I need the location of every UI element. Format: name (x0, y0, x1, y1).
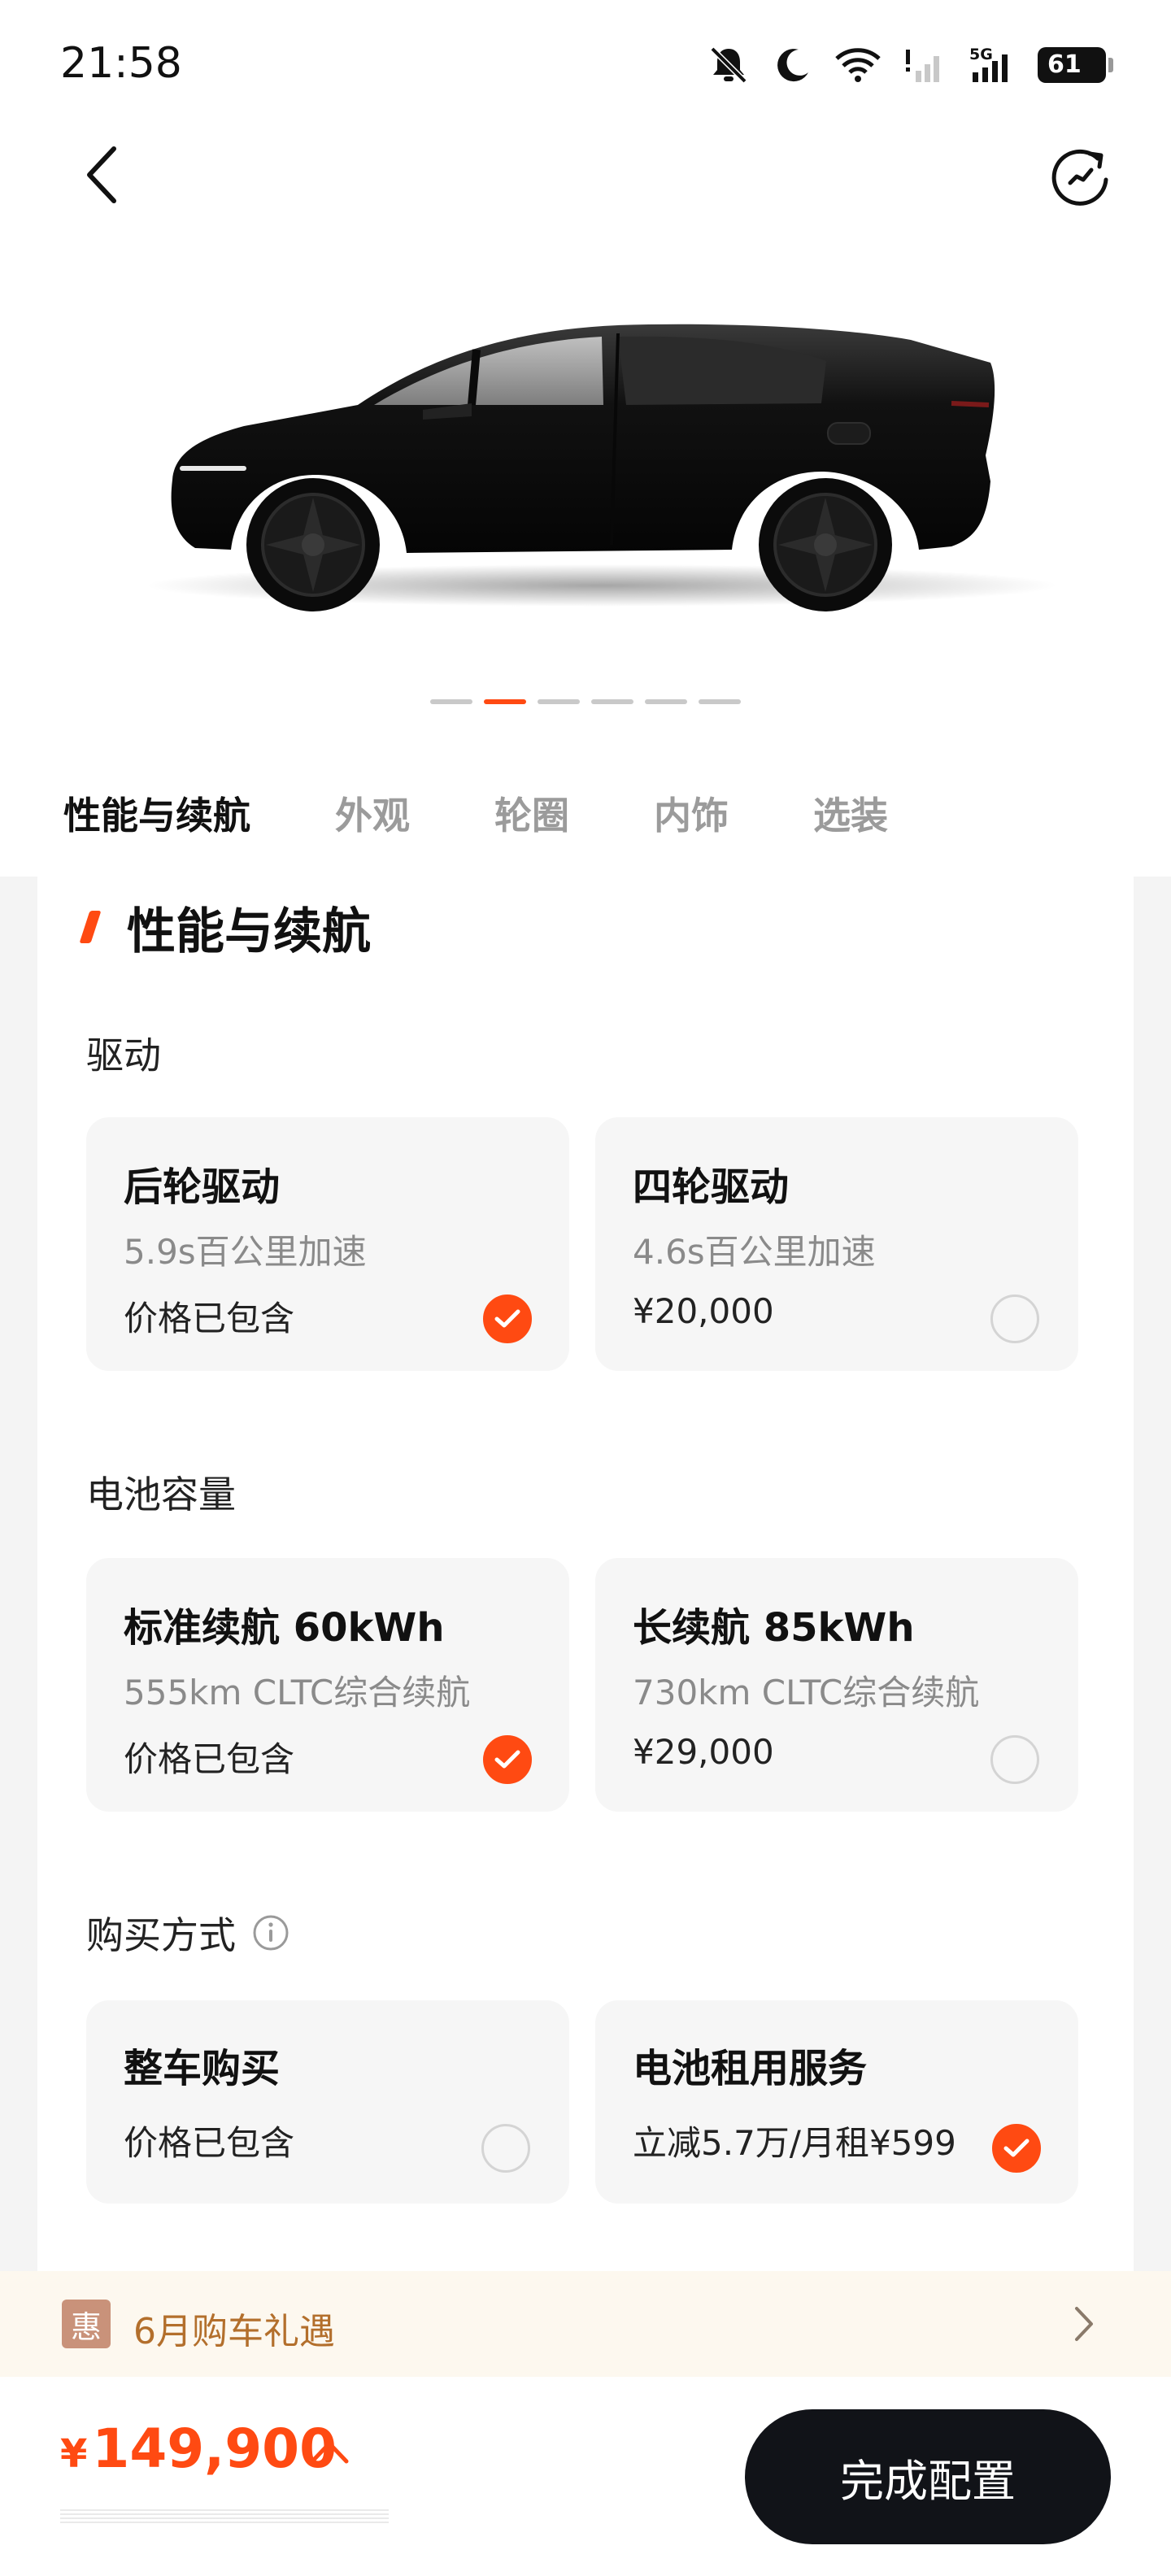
option-title: 四轮驱动 (633, 1164, 790, 1210)
option-price: ¥20,000 (633, 1291, 774, 1331)
carousel-dot[interactable] (699, 699, 741, 704)
tab-exterior[interactable]: 外观 (335, 786, 410, 840)
info-icon[interactable] (252, 1914, 289, 1952)
status-icons: 5G 61 (706, 42, 1113, 88)
option-title: 长续航 85kWh (633, 1605, 915, 1651)
option-rwd[interactable]: 后轮驱动 5.9s百公里加速 价格已包含 (86, 1117, 569, 1371)
option-battery-rental[interactable]: 电池租用服务 立减5.7万/月租¥599 (595, 2000, 1078, 2204)
wifi-icon (835, 48, 881, 82)
tab-interior[interactable]: 内饰 (654, 786, 729, 840)
option-price: 价格已包含 (124, 1299, 295, 1338)
purchase-method-label: 购买方式 (86, 1906, 289, 1960)
bottom-bar: ¥ 149,900 完成配置 (0, 2377, 1171, 2576)
radio-unselected[interactable] (990, 1735, 1039, 1784)
svg-text:5G: 5G (969, 46, 993, 63)
radio-selected[interactable] (992, 2124, 1041, 2173)
price-note-faded (60, 2507, 389, 2523)
option-price: 立减5.7万/月租¥599 (633, 2123, 956, 2163)
option-subtitle: 5.9s百公里加速 (124, 1232, 367, 1272)
checkmark-icon (494, 1750, 520, 1769)
option-title: 标准续航 60kWh (124, 1605, 445, 1651)
signal-5g-icon: 5G (969, 46, 1008, 82)
option-full-purchase[interactable]: 整车购买 价格已包含 (86, 2000, 569, 2204)
refresh-icon (1051, 149, 1108, 206)
option-subtitle: 555km CLTC综合续航 (124, 1673, 471, 1712)
front-wheel (246, 478, 380, 611)
finish-config-button[interactable]: 完成配置 (745, 2409, 1111, 2544)
radio-unselected[interactable] (990, 1295, 1039, 1343)
chevron-up-icon[interactable] (307, 2435, 351, 2468)
status-bar: 21:58 5G 61 (0, 0, 1171, 130)
battery-capacity-label: 电池容量 (86, 1465, 236, 1519)
section-title-text: 性能与续航 (127, 903, 371, 960)
tab-wheels[interactable]: 轮圈 (494, 786, 569, 840)
option-title: 电池租用服务 (633, 2046, 868, 2091)
battery-icon: 61 (1038, 47, 1113, 83)
back-button[interactable] (72, 138, 130, 211)
carousel-dot[interactable] (591, 699, 633, 704)
status-time: 21:58 (60, 39, 182, 88)
tab-options[interactable]: 选装 (813, 786, 888, 840)
purchase-method-label-text: 购买方式 (86, 1913, 236, 1957)
tab-performance[interactable]: 性能与续航 (63, 786, 250, 840)
option-subtitle: 730km CLTC综合续航 (633, 1673, 980, 1712)
promo-banner[interactable]: 惠 6月购车礼遇 (0, 2271, 1171, 2377)
radio-selected[interactable] (483, 1735, 532, 1784)
currency-symbol: ¥ (60, 2431, 88, 2477)
promo-text: 6月购车礼遇 (133, 2311, 335, 2352)
config-tabs: 性能与续航 外观 轮圈 内饰 选装 (0, 772, 1171, 854)
option-long-range[interactable]: 长续航 85kWh 730km CLTC综合续航 ¥29,000 (595, 1558, 1078, 1812)
moon-icon (777, 49, 808, 82)
radio-selected[interactable] (483, 1295, 532, 1343)
signal-weak-icon (906, 50, 939, 82)
checkmark-icon (494, 1309, 520, 1328)
battery-capacity-label-text: 电池容量 (86, 1473, 236, 1516)
chevron-left-icon (87, 146, 116, 203)
rear-wheel (759, 478, 892, 611)
car-image (0, 276, 1171, 651)
option-subtitle: 4.6s百公里加速 (633, 1232, 876, 1272)
carousel-dot-active[interactable] (484, 699, 526, 704)
refresh-button[interactable] (1046, 142, 1114, 211)
option-title: 后轮驱动 (124, 1164, 281, 1210)
total-price: ¥ 149,900 (60, 2417, 337, 2480)
radio-unselected[interactable] (481, 2124, 530, 2173)
chevron-right-icon (1075, 2307, 1093, 2341)
option-price: 价格已包含 (124, 1739, 295, 1779)
carousel-indicator[interactable] (0, 699, 1171, 704)
car-illustration (146, 324, 1057, 611)
section-title: 性能与续航 (79, 894, 371, 960)
checkmark-icon (1003, 2139, 1030, 2157)
mute-bell-icon (710, 46, 747, 84)
option-standard-range[interactable]: 标准续航 60kWh 555km CLTC综合续航 价格已包含 (86, 1558, 569, 1812)
carousel-dot[interactable] (430, 699, 472, 704)
carousel-dot[interactable] (645, 699, 687, 704)
price-value: 149,900 (92, 2417, 337, 2480)
option-price: 价格已包含 (124, 2123, 295, 2163)
option-price: ¥29,000 (633, 1732, 774, 1772)
drive-label-text: 驱动 (86, 1033, 161, 1077)
drive-label: 驱动 (86, 1026, 161, 1080)
carousel-dot[interactable] (538, 699, 580, 704)
option-title: 整车购买 (124, 2046, 281, 2091)
promo-badge: 惠 (62, 2300, 111, 2348)
option-awd[interactable]: 四轮驱动 4.6s百公里加速 ¥20,000 (595, 1117, 1078, 1371)
